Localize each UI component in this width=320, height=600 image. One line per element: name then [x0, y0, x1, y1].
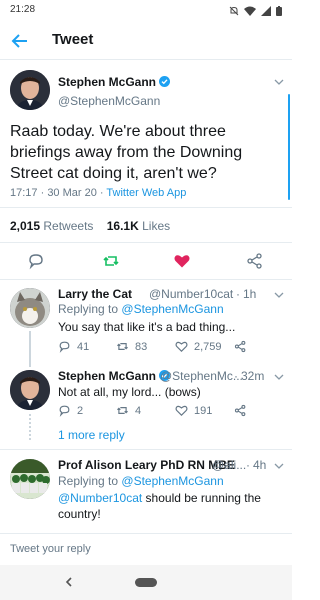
replying-to: Replying to @StephenMcGann — [58, 474, 224, 488]
page-title: Tweet — [52, 31, 94, 48]
chevron-down-icon[interactable] — [273, 288, 285, 300]
system-back-icon[interactable] — [62, 575, 76, 589]
retweet-action[interactable]: 4 — [116, 404, 141, 417]
avatar-stephen-mcgann[interactable] — [10, 70, 50, 110]
reply-age: 1h — [243, 287, 257, 301]
wifi-icon — [244, 6, 256, 16]
reply-input-placeholder[interactable]: Tweet your reply — [10, 543, 91, 555]
likes-stat[interactable]: 16.1K Likes — [107, 219, 170, 233]
avatar-alison-leary[interactable] — [10, 459, 50, 499]
reply-text: Not at all, my lord... (bows) — [58, 385, 201, 399]
chevron-down-icon[interactable] — [273, 459, 285, 471]
reply-author-handle[interactable]: @StephenMc... — [160, 369, 243, 383]
reply-action[interactable]: 41 — [58, 340, 89, 353]
reply-author-name[interactable]: Larry the Cat — [58, 287, 132, 301]
divider — [0, 242, 292, 243]
mention-link[interactable]: @Number10cat — [58, 491, 142, 505]
mute-icon — [229, 6, 239, 16]
retweet-icon[interactable] — [102, 252, 120, 270]
reply-actions: 41 83 2,759 — [58, 340, 278, 354]
reply-author-handle[interactable]: @Number10cat — [149, 287, 233, 301]
retweet-action[interactable]: 83 — [116, 340, 147, 353]
reply-age: 4h — [253, 458, 267, 472]
reply-age: 32m — [241, 369, 265, 383]
like-heart-icon[interactable] — [173, 252, 191, 270]
status-time: 21:28 — [10, 4, 36, 15]
reply-composer[interactable]: Tweet your reply — [0, 533, 292, 565]
client-link[interactable]: Twitter Web App — [106, 187, 186, 199]
share-action[interactable] — [234, 340, 247, 353]
avatar-larry-the-cat[interactable] — [10, 288, 50, 328]
chevron-down-icon[interactable] — [273, 370, 285, 382]
reply-author-handle[interactable]: @ali... — [212, 458, 246, 472]
share-icon — [234, 340, 246, 353]
reply-author-name[interactable]: Prof Alison Leary PhD RN MBE — [58, 458, 235, 472]
replying-to: Replying to @StephenMcGann — [58, 302, 224, 316]
reply-author-name[interactable]: Stephen McGann — [58, 369, 171, 383]
tweet-meta: 17:17 · 30 Mar 20 · Twitter Web App — [10, 187, 187, 199]
share-action[interactable] — [234, 404, 247, 417]
mention-link[interactable]: @StephenMcGann — [121, 302, 223, 316]
home-pill[interactable] — [135, 578, 157, 587]
mention-link[interactable]: @StephenMcGann — [121, 474, 223, 488]
back-arrow-icon[interactable] — [10, 31, 30, 51]
more-replies-link[interactable]: 1 more reply — [58, 428, 125, 442]
like-action[interactable]: 2,759 — [175, 340, 222, 353]
tweet-stats: 2,015 Retweets 16.1K Likes — [10, 219, 170, 233]
app-bar: Tweet — [0, 22, 292, 60]
reply-text: You say that like it's a bad thing... — [58, 320, 236, 334]
like-heart-icon — [175, 405, 188, 417]
divider — [0, 207, 292, 208]
like-action[interactable]: 191 — [175, 404, 212, 417]
scrollbar[interactable] — [288, 94, 290, 200]
reply-actions: 2 4 191 — [58, 404, 278, 418]
status-icons — [229, 5, 282, 17]
reply-icon — [59, 341, 70, 353]
status-bar: 21:28 — [0, 0, 292, 22]
reply-action[interactable]: 2 — [58, 404, 83, 417]
reply-text: @Number10cat should be running the count… — [58, 491, 261, 521]
reply-time-separator: · — [234, 369, 238, 383]
reply-time-separator: · — [236, 287, 240, 301]
reply-icon[interactable] — [27, 252, 45, 270]
avatar-stephen-mcgann[interactable] — [10, 370, 50, 410]
thread-line-dotted — [29, 414, 31, 440]
system-nav-bar — [0, 565, 292, 600]
thread-line — [29, 331, 31, 367]
author-name[interactable]: Stephen McGann — [58, 75, 171, 89]
retweet-icon — [117, 343, 128, 350]
like-heart-icon — [175, 341, 188, 353]
author-handle[interactable]: @StephenMcGann — [58, 94, 160, 108]
divider — [0, 279, 292, 280]
tweet-text: Raab today. We're about three briefings … — [10, 123, 243, 182]
share-icon — [234, 404, 246, 417]
verified-badge-icon — [159, 76, 171, 87]
divider — [0, 449, 292, 450]
reply-time-separator: · — [246, 458, 250, 472]
retweets-stat[interactable]: 2,015 Retweets — [10, 219, 93, 233]
signal-icon — [261, 6, 271, 16]
chevron-down-icon[interactable] — [273, 75, 285, 87]
retweet-icon — [117, 407, 128, 414]
share-icon[interactable] — [246, 252, 264, 270]
reply-icon — [59, 405, 70, 417]
battery-icon — [276, 6, 282, 16]
